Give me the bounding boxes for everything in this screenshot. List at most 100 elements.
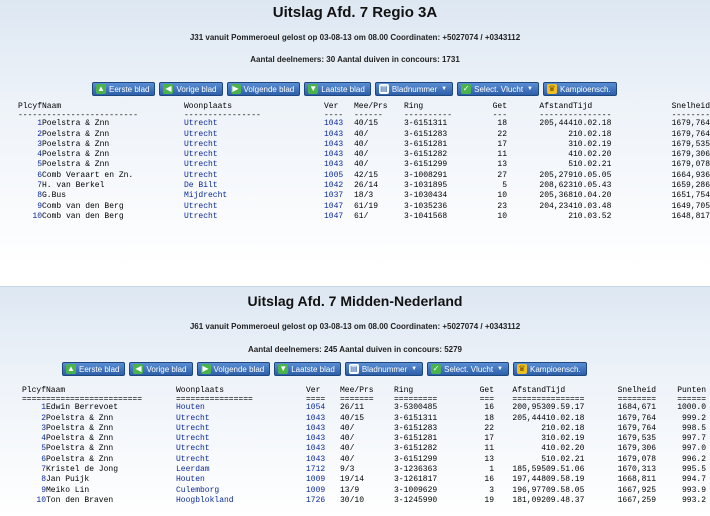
last-page-button[interactable]: ▼ Laatste blad bbox=[304, 82, 371, 96]
page-number-button[interactable]: ▤ Bladnummer ▼ bbox=[374, 82, 454, 96]
cell-name: Poelstra & Znn bbox=[42, 139, 110, 149]
table-row[interactable]: 1 Poelstra & Znn Utrecht 1043 40/15 3-6151311… bbox=[0, 119, 710, 129]
table-row[interactable]: 1 Edwin Berrevoet Houten 1054 26/11 3-5300485… bbox=[0, 403, 706, 413]
table-row[interactable]: 3 Poelstra & Znn Utrecht 1043 40/3-6151283 22… bbox=[0, 424, 706, 434]
cell-club: 1047 bbox=[324, 201, 344, 211]
select-flight-button[interactable]: ✓ Select. Vlucht ▼ bbox=[427, 362, 509, 376]
cell-place: 1 bbox=[41, 403, 46, 413]
results-table: Plcyf Naam Woonplaats Ver Mee/Prs Ring Get Afst… bbox=[0, 102, 710, 222]
table-row[interactable]: 8 G.Bus Mijdrecht 1037 18/3 3-1030434 10 205,36… bbox=[0, 191, 710, 201]
cell-speed: 1670,313 bbox=[617, 465, 656, 475]
participants-info: Aantal deelnemers: 245 Aantal duiven in … bbox=[248, 345, 462, 354]
table-row[interactable]: 9 Meiko Lin Culemborg 1009 13/9 3-1009629 3 196… bbox=[0, 486, 706, 496]
cell-entered: 40/ bbox=[354, 150, 369, 160]
table-row[interactable]: 2 Poelstra & Znn Utrecht 1043 40/15 3-6151311… bbox=[0, 414, 706, 424]
cell-ring: 3-1030434 bbox=[404, 191, 448, 201]
cell-points: 997.7 bbox=[681, 434, 706, 444]
table-row[interactable]: 8 Jan Puijk Houten 1009 19/14 3-1261817 16 197,… bbox=[0, 475, 706, 485]
cell-name: Poelstra & Znn bbox=[46, 444, 114, 454]
championship-button[interactable]: ♛ Kampioensch. bbox=[513, 362, 587, 376]
cell-distance: 208,623 bbox=[539, 181, 573, 191]
next-page-button[interactable]: ▶ Volgende blad bbox=[196, 362, 271, 376]
cell-entered: 30/10 bbox=[340, 495, 365, 505]
cell-marked: 10 bbox=[497, 211, 507, 221]
cell-ring: 3-1245990 bbox=[394, 495, 438, 505]
cell-ring: 3-6151282 bbox=[394, 444, 438, 454]
table-row[interactable]: 10 Ton den Braven Hoogblokland 1726 30/10 3-1… bbox=[0, 496, 706, 506]
cell-points: 993.2 bbox=[681, 495, 706, 505]
cell-time: 10.02.21 bbox=[546, 454, 585, 464]
arrow-left-icon: ◀ bbox=[133, 364, 144, 374]
arrow-up-icon: ▲ bbox=[96, 84, 106, 94]
cell-speed: 1679,078 bbox=[671, 160, 710, 170]
cell-speed: 1679,764 bbox=[671, 119, 710, 129]
first-page-button[interactable]: ▲ Eerste blad bbox=[92, 82, 156, 96]
cell-place: 4 bbox=[41, 434, 46, 444]
last-page-button[interactable]: ▼ Laatste blad bbox=[274, 362, 341, 376]
cell-speed: 1679,535 bbox=[617, 434, 656, 444]
cell-ring: 3-1031895 bbox=[404, 181, 448, 191]
cell-ring: 3-1261817 bbox=[394, 475, 438, 485]
cell-place: 6 bbox=[37, 170, 42, 180]
select-icon: ✓ bbox=[431, 364, 442, 374]
cell-distance: 3 bbox=[568, 139, 573, 149]
header-underline: ==== bbox=[306, 395, 326, 405]
cell-distance: 4 bbox=[568, 150, 573, 160]
table-header-underline: ===== ==================== ===============… bbox=[0, 395, 706, 405]
page-number-button[interactable]: ▤ Bladnummer ▼ bbox=[344, 362, 424, 376]
previous-page-button[interactable]: ◀ Vorige blad bbox=[159, 82, 223, 96]
table-row[interactable]: 7 Kristel de Jong Leerdam 1712 9/3 3-1236363 1… bbox=[0, 465, 706, 475]
arrow-right-icon: ▶ bbox=[230, 84, 241, 94]
cell-name: Poelstra & Znn bbox=[42, 129, 110, 139]
cell-marked: 13 bbox=[497, 160, 507, 170]
header-underline: ===== bbox=[21, 395, 46, 405]
table-row[interactable]: 4 Poelstra & Znn Utrecht 1043 40/3-6151281 17… bbox=[0, 434, 706, 444]
cell-marked: 5 bbox=[502, 181, 507, 191]
cell-distance: 205,368 bbox=[539, 191, 573, 201]
cell-town: Utrecht bbox=[176, 423, 210, 433]
cell-ring: 3-6151282 bbox=[404, 150, 448, 160]
table-row[interactable]: 5 Poelstra & Znn Utrecht 1043 40/3-6151282 11… bbox=[0, 444, 706, 454]
table-row[interactable]: 6 Poelstra & Znn Utrecht 1043 40/3-6151299 13… bbox=[0, 455, 706, 465]
select-flight-button[interactable]: ✓ Select. Vlucht ▼ bbox=[457, 82, 539, 96]
cell-distance: 2 bbox=[568, 211, 573, 221]
cell-name: Poelstra & Znn bbox=[42, 160, 110, 170]
cell-entered: 40/ bbox=[354, 160, 369, 170]
cell-ring: 3-6151283 bbox=[394, 423, 438, 433]
participants-info: Aantal deelnemers: 30 Aantal duiven in c… bbox=[250, 55, 460, 64]
cell-distance: 200,953 bbox=[512, 403, 546, 413]
cell-marked: 22 bbox=[484, 423, 494, 433]
cell-marked: 19 bbox=[484, 495, 494, 505]
cell-place: 1 bbox=[37, 119, 42, 129]
table-header-underline: ----- -------------------- ---------------… bbox=[0, 112, 710, 120]
cell-marked: 17 bbox=[484, 434, 494, 444]
next-page-button[interactable]: ▶ Volgende blad bbox=[226, 82, 301, 96]
navigation-toolbar: ▲ Eerste blad ◀ Vorige blad ▶ Volgende blad… bbox=[62, 362, 587, 376]
chevron-down-icon: ▼ bbox=[527, 86, 533, 92]
cell-ring: 3-1008291 bbox=[404, 170, 448, 180]
table-row[interactable]: 5 Poelstra & Znn Utrecht 1043 40/3-6151299 13… bbox=[0, 160, 710, 170]
table-row[interactable]: 4 Poelstra & Znn Utrecht 1043 40/3-6151282 11… bbox=[0, 150, 710, 160]
table-row[interactable]: 9 Comb van den Berg Utrecht 1047 61/19 3-1035… bbox=[0, 202, 710, 212]
cell-time: 10.05.05 bbox=[573, 170, 612, 180]
cell-entered: 9/3 bbox=[340, 465, 355, 475]
championship-button[interactable]: ♛ Kampioensch. bbox=[543, 82, 617, 96]
cell-place: 10 bbox=[32, 211, 42, 221]
cell-points: 996.2 bbox=[681, 454, 706, 464]
arrow-down-icon: ▼ bbox=[278, 364, 289, 374]
table-row[interactable]: 7 H. van Berkel De Bilt 1042 26/14 3-1031895 5… bbox=[0, 181, 710, 191]
table-row[interactable]: 10 Comb van den Berg Utrecht 1047 61/3-10415… bbox=[0, 212, 710, 222]
first-page-button[interactable]: ▲ Eerste blad bbox=[62, 362, 126, 376]
cell-name: Ton den Braven bbox=[46, 495, 114, 505]
table-row[interactable]: 6 Comb Veraart en Zn. Utrecht 1005 42/15 3-10… bbox=[0, 171, 710, 181]
table-row[interactable]: 2 Poelstra & Znn Utrecht 1043 40/3-6151283 22… bbox=[0, 130, 710, 140]
cell-marked: 11 bbox=[497, 150, 507, 160]
cell-town: Utrecht bbox=[184, 160, 218, 170]
cell-marked: 23 bbox=[497, 201, 507, 211]
table-row[interactable]: 3 Poelstra & Znn Utrecht 1043 40/3-6151281 17… bbox=[0, 140, 710, 150]
cell-place: 4 bbox=[37, 150, 42, 160]
cell-club: 1043 bbox=[306, 454, 326, 464]
cell-club: 1047 bbox=[324, 211, 344, 221]
cell-speed: 1679,764 bbox=[617, 413, 656, 423]
previous-page-button[interactable]: ◀ Vorige blad bbox=[129, 362, 193, 376]
